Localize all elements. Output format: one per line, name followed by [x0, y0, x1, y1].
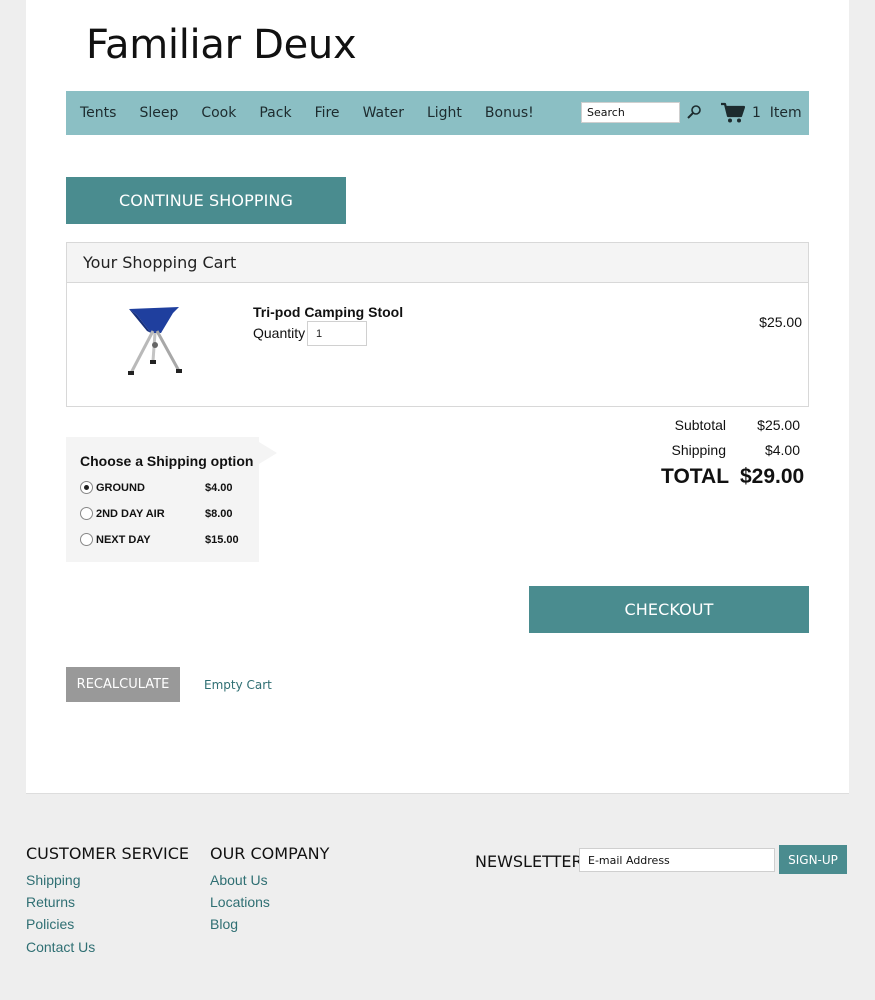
footer-link-about-us[interactable]: About Us	[210, 872, 268, 888]
nav-item-cook[interactable]: Cook	[201, 105, 236, 121]
shipping-option-label: GROUND	[96, 482, 145, 494]
shipping-option-next-day[interactable]: NEXT DAY $15.00	[80, 532, 250, 548]
nav-item-pack[interactable]: Pack	[259, 105, 291, 121]
product-name[interactable]: Tri-pod Camping Stool	[253, 304, 403, 320]
newsletter-signup-button[interactable]: SIGN-UP	[779, 845, 847, 874]
footer-link-policies[interactable]: Policies	[26, 916, 74, 932]
nav-item-sleep[interactable]: Sleep	[139, 105, 178, 121]
quantity-input[interactable]	[307, 321, 367, 346]
nav-item-tents[interactable]: Tents	[80, 105, 116, 121]
radio-ground[interactable]	[80, 481, 93, 494]
subtotal-value: $25.00	[757, 417, 800, 433]
product-price: $25.00	[759, 314, 802, 330]
checkout-button[interactable]: CHECKOUT	[529, 586, 809, 633]
main-navbar: Tents Sleep Cook Pack Fire Water Light B…	[66, 91, 809, 135]
shipping-option-label: 2ND DAY AIR	[96, 508, 165, 520]
shipping-label: Shipping	[671, 442, 727, 458]
tripod-stool-image[interactable]	[117, 303, 197, 383]
shipping-option-label: NEXT DAY	[96, 534, 151, 546]
cart-item-count[interactable]: 1 Item	[752, 105, 802, 121]
cart-icon[interactable]	[721, 102, 745, 124]
shipping-option-2nd-day-air[interactable]: 2ND DAY AIR $8.00	[80, 506, 250, 522]
shipping-option-price: $4.00	[205, 482, 233, 494]
footer-link-returns[interactable]: Returns	[26, 894, 75, 910]
quantity-label: Quantity	[253, 325, 306, 341]
nav-item-light[interactable]: Light	[427, 105, 462, 121]
nav-item-bonus[interactable]: Bonus!	[485, 105, 534, 121]
search-icon[interactable]	[686, 104, 702, 120]
newsletter-email-input[interactable]	[579, 848, 775, 872]
empty-cart-link[interactable]: Empty Cart	[204, 678, 272, 692]
total-label: TOTAL	[661, 465, 730, 488]
radio-next-day[interactable]	[80, 533, 93, 546]
nav-menu: Tents Sleep Cook Pack Fire Water Light B…	[80, 91, 557, 135]
footer-link-locations[interactable]: Locations	[210, 894, 270, 910]
footer-link-shipping[interactable]: Shipping	[26, 872, 81, 888]
search-input[interactable]	[581, 102, 680, 123]
nav-item-water[interactable]: Water	[363, 105, 404, 121]
shopping-cart-panel: Your Shopping Cart Tri-pod Camping Stool…	[66, 242, 809, 407]
our-company-heading: OUR COMPANY	[210, 844, 330, 863]
newsletter-heading: NEWSLETTER	[475, 852, 583, 871]
continue-shopping-button[interactable]: CONTINUE SHOPPING	[66, 177, 346, 224]
shipping-options-panel: Choose a Shipping option GROUND $4.00 2N…	[66, 437, 259, 562]
nav-item-fire[interactable]: Fire	[315, 105, 340, 121]
recalculate-button[interactable]: RECALCULATE	[66, 667, 180, 702]
shipping-panel-pointer	[259, 442, 277, 464]
radio-2nd-day-air[interactable]	[80, 507, 93, 520]
shipping-option-price: $8.00	[205, 508, 233, 520]
subtotal-label: Subtotal	[674, 417, 726, 433]
cart-heading: Your Shopping Cart	[67, 243, 808, 283]
shipping-option-price: $15.00	[205, 534, 239, 546]
footer-link-blog[interactable]: Blog	[210, 916, 238, 932]
footer-link-contact-us[interactable]: Contact Us	[26, 939, 95, 955]
total-value: $29.00	[740, 465, 805, 488]
shipping-option-ground[interactable]: GROUND $4.00	[80, 480, 250, 496]
shipping-value: $4.00	[764, 442, 800, 458]
shipping-title: Choose a Shipping option	[80, 453, 254, 469]
site-title[interactable]: Familiar Deux	[86, 22, 357, 68]
customer-service-heading: CUSTOMER SERVICE	[26, 844, 189, 863]
